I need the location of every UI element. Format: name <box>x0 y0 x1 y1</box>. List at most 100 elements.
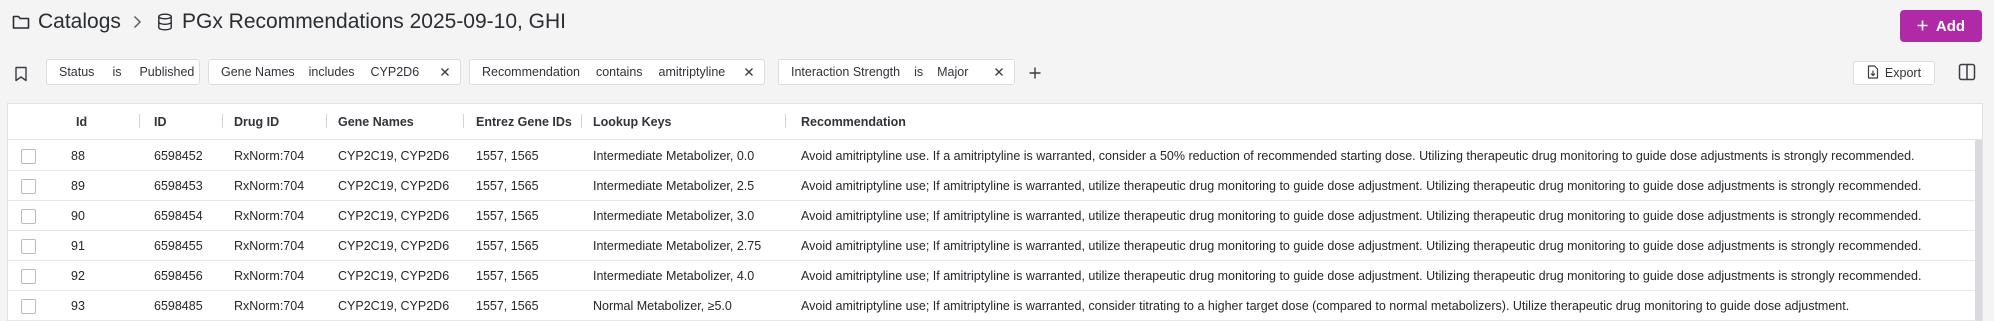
cell-id: 88 <box>71 149 85 163</box>
filter-chip-gene-names[interactable]: Gene Names includes CYP2D6 <box>208 59 461 85</box>
cell-record-id: 6598453 <box>154 179 203 193</box>
add-button-label: Add <box>1935 17 1966 35</box>
row-checkbox[interactable] <box>21 149 36 164</box>
column-divider[interactable] <box>139 114 140 128</box>
cell-record-id: 6598452 <box>154 149 203 163</box>
cell-drug-id: RxNorm:704 <box>234 149 305 163</box>
filter-operator: is <box>914 65 924 79</box>
column-divider[interactable] <box>463 114 464 128</box>
data-table: Id ID Drug ID Gene Names Entrez Gene IDs… <box>7 103 1983 321</box>
page-header: Catalogs PGx Recommendations 2025-09-10,… <box>0 0 1994 50</box>
cell-recommendation: Avoid amitriptyline use; If amitriptylin… <box>801 269 1922 283</box>
filter-field: Gene Names <box>221 65 295 79</box>
cell-id: 93 <box>71 299 85 313</box>
table-header: Id ID Drug ID Gene Names Entrez Gene IDs… <box>8 104 1982 140</box>
cell-entrez-gene-ids: 1557, 1565 <box>476 299 539 313</box>
export-button[interactable]: Export <box>1853 61 1935 85</box>
filter-value: Published <box>139 65 195 79</box>
cell-gene-names: CYP2C19, CYP2D6 <box>338 149 450 163</box>
plus-icon <box>1917 18 1928 35</box>
cell-drug-id: RxNorm:704 <box>234 179 305 193</box>
file-export-icon <box>1867 64 1879 82</box>
table-row[interactable]: 88 6598452 RxNorm:704 CYP2C19, CYP2D6 15… <box>8 141 1982 171</box>
cell-recommendation: Avoid amitriptyline use; If amitriptylin… <box>801 179 1922 193</box>
filter-field: Status <box>59 65 95 79</box>
bookmark-icon[interactable] <box>14 66 28 87</box>
cell-gene-names: CYP2C19, CYP2D6 <box>338 269 450 283</box>
column-header-gene-names[interactable]: Gene Names <box>338 115 414 129</box>
cell-recommendation: Avoid amitriptyline use; If amitriptylin… <box>801 209 1922 223</box>
cell-entrez-gene-ids: 1557, 1565 <box>476 149 539 163</box>
close-icon[interactable] <box>993 66 1005 81</box>
column-header-lookup-keys[interactable]: Lookup Keys <box>593 115 672 129</box>
close-icon[interactable] <box>439 66 451 81</box>
table-row[interactable]: 92 6598456 RxNorm:704 CYP2C19, CYP2D6 15… <box>8 261 1982 291</box>
cell-lookup-keys: Intermediate Metabolizer, 4.0 <box>593 269 755 283</box>
filter-value: Major <box>937 65 969 79</box>
cell-entrez-gene-ids: 1557, 1565 <box>476 239 539 253</box>
column-divider[interactable] <box>222 114 223 128</box>
cell-record-id: 6598485 <box>154 299 203 313</box>
database-icon <box>157 13 173 31</box>
column-header-entrez-gene-ids[interactable]: Entrez Gene IDs <box>476 115 572 129</box>
filter-value: amitriptyline <box>658 65 726 79</box>
add-filter-plus-icon[interactable] <box>1028 66 1042 85</box>
cell-gene-names: CYP2C19, CYP2D6 <box>338 179 450 193</box>
page-title: PGx Recommendations 2025-09-10, GHI <box>182 10 567 33</box>
cell-id: 92 <box>71 269 85 283</box>
cell-record-id: 6598454 <box>154 209 203 223</box>
row-checkbox[interactable] <box>21 179 36 194</box>
cell-entrez-gene-ids: 1557, 1565 <box>476 269 539 283</box>
cell-entrez-gene-ids: 1557, 1565 <box>476 179 539 193</box>
row-checkbox[interactable] <box>21 239 36 254</box>
cell-lookup-keys: Intermediate Metabolizer, 2.5 <box>593 179 755 193</box>
cell-gene-names: CYP2C19, CYP2D6 <box>338 299 450 313</box>
column-divider[interactable] <box>581 114 582 128</box>
cell-record-id: 6598456 <box>154 269 203 283</box>
cell-recommendation: Avoid amitriptyline use; If amitriptylin… <box>801 299 1850 313</box>
cell-lookup-keys: Intermediate Metabolizer, 3.0 <box>593 209 755 223</box>
column-header-record-id[interactable]: ID <box>154 115 167 129</box>
cell-recommendation: Avoid amitriptyline use. If a amitriptyl… <box>801 149 1915 163</box>
breadcrumb-catalogs[interactable]: Catalogs <box>12 10 121 34</box>
cell-lookup-keys: Normal Metabolizer, ≥5.0 <box>593 299 732 313</box>
columns-icon[interactable] <box>1958 63 1976 86</box>
column-divider[interactable] <box>785 114 786 128</box>
table-row[interactable]: 91 6598455 RxNorm:704 CYP2C19, CYP2D6 15… <box>8 231 1982 261</box>
filter-chip-interaction-strength[interactable]: Interaction Strength is Major <box>778 59 1015 85</box>
cell-gene-names: CYP2C19, CYP2D6 <box>338 239 450 253</box>
table-row[interactable]: 90 6598454 RxNorm:704 CYP2C19, CYP2D6 15… <box>8 201 1982 231</box>
cell-lookup-keys: Intermediate Metabolizer, 2.75 <box>593 239 762 253</box>
export-button-label: Export <box>1884 66 1922 80</box>
cell-record-id: 6598455 <box>154 239 203 253</box>
column-header-id[interactable]: Id <box>76 115 87 129</box>
row-checkbox[interactable] <box>21 269 36 284</box>
breadcrumb-current: PGx Recommendations 2025-09-10, GHI <box>157 10 566 34</box>
row-checkbox[interactable] <box>21 299 36 314</box>
cell-entrez-gene-ids: 1557, 1565 <box>476 209 539 223</box>
column-divider[interactable] <box>326 114 327 128</box>
vertical-scrollbar[interactable] <box>1975 140 1982 321</box>
cell-drug-id: RxNorm:704 <box>234 269 305 283</box>
folder-icon <box>12 14 30 30</box>
column-header-recommendation[interactable]: Recommendation <box>801 115 906 129</box>
filter-operator: is <box>112 65 122 79</box>
table-row[interactable]: 93 6598485 RxNorm:704 CYP2C19, CYP2D6 15… <box>8 291 1982 321</box>
filter-field: Recommendation <box>482 65 580 79</box>
add-button[interactable]: Add <box>1900 10 1982 42</box>
filter-operator: contains <box>595 65 643 79</box>
chevron-right-icon <box>132 15 142 34</box>
column-header-drug-id[interactable]: Drug ID <box>234 115 279 129</box>
cell-id: 90 <box>71 209 85 223</box>
filter-chip-status[interactable]: Status is Published <box>46 59 200 85</box>
close-icon[interactable] <box>743 66 755 81</box>
cell-drug-id: RxNorm:704 <box>234 209 305 223</box>
cell-drug-id: RxNorm:704 <box>234 239 305 253</box>
cell-recommendation: Avoid amitriptyline use; If amitriptylin… <box>801 239 1922 253</box>
cell-gene-names: CYP2C19, CYP2D6 <box>338 209 450 223</box>
cell-lookup-keys: Intermediate Metabolizer, 0.0 <box>593 149 755 163</box>
cell-id: 89 <box>71 179 85 193</box>
row-checkbox[interactable] <box>21 209 36 224</box>
table-row[interactable]: 89 6598453 RxNorm:704 CYP2C19, CYP2D6 15… <box>8 171 1982 201</box>
filter-chip-recommendation[interactable]: Recommendation contains amitriptyline <box>469 59 765 85</box>
